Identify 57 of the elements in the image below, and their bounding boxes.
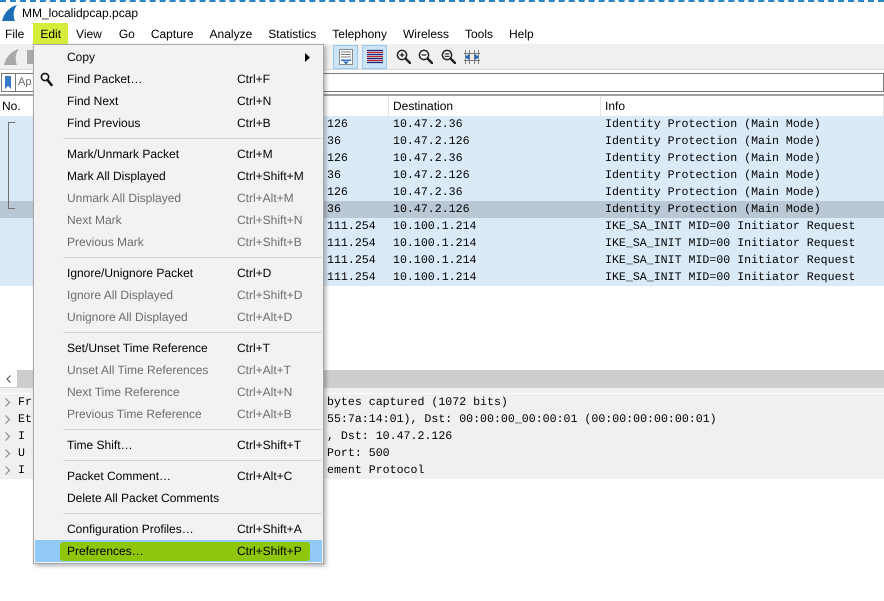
info-text: IKE_SA_INIT MID=00 Initiator Request (605, 254, 856, 267)
address-fragment: 36 (327, 134, 341, 148)
destination-address: 10.47.2.126 (393, 202, 470, 216)
detail-text: , Dst: 10.47.2.126 (327, 430, 452, 442)
detail-text: U (18, 448, 25, 460)
window-title: MM_localidpcap.pcap (22, 6, 138, 18)
destination-address: 10.47.2.36 (393, 152, 463, 165)
info-text: Identity Protection (Main Mode) (605, 118, 821, 131)
address-fragment: 36 (327, 168, 341, 182)
shortcut-text: Ctrl+M (237, 148, 273, 160)
shortcut-text: Ctrl+Shift+D (237, 289, 302, 301)
info-text: Identity Protection (Main Mode) (605, 186, 821, 199)
shortcut-text: Ctrl+Shift+M (237, 170, 304, 182)
shortcut-text: Ctrl+Alt+T (237, 364, 292, 376)
detail-text: 55:7a:14:01), Dst: 00:00:00_00:00:01 (00:00:00:00:00:01) (327, 414, 717, 426)
shortcut-text: Ctrl+Alt+B (237, 408, 292, 420)
info-text: Identity Protection (Main Mode) (605, 168, 821, 182)
detail-text: Et (18, 414, 32, 426)
destination-address: 10.47.2.126 (393, 134, 470, 148)
destination-address: 10.100.1.214 (393, 236, 476, 250)
detail-text: I (18, 464, 25, 476)
info-text: IKE_SA_INIT MID=00 Initiator Request (605, 270, 856, 284)
shortcut-text: Ctrl+Shift+B (237, 236, 302, 248)
detail-text: bytes captured (1072 bits) (327, 396, 508, 408)
info-text: IKE_SA_INIT MID=00 Initiator Request (605, 220, 856, 233)
shortcut-text: Ctrl+Alt+D (237, 311, 292, 323)
address-fragment: 111.254 (327, 254, 376, 267)
shortcut-text: Ctrl+B (237, 117, 271, 129)
info-text: Identity Protection (Main Mode) (605, 134, 821, 148)
shortcut-text: Ctrl+T (237, 342, 270, 354)
shortcut-text: Ctrl+Shift+P (237, 545, 302, 557)
destination-address: 10.100.1.214 (393, 220, 476, 233)
info-text: IKE_SA_INIT MID=00 Initiator Request (605, 236, 856, 250)
address-fragment: 126 (327, 152, 348, 165)
address-fragment: 111.254 (327, 220, 376, 233)
detail-text: ement Protocol (327, 464, 424, 476)
shortcut-text: Ctrl+D (237, 267, 272, 279)
address-fragment: 36 (327, 202, 341, 216)
shortcut-text: Ctrl+F (237, 73, 270, 85)
destination-address: 10.47.2.126 (393, 168, 470, 182)
shortcut-text: Ctrl+Alt+M (237, 192, 294, 204)
detail-text: Fr (18, 396, 32, 408)
address-fragment: 126 (327, 118, 348, 131)
address-fragment: 126 (327, 186, 348, 199)
destination-address: 10.100.1.214 (393, 270, 476, 284)
detail-text: Port: 500 (327, 448, 390, 460)
info-text: Identity Protection (Main Mode) (605, 152, 821, 165)
destination-address: 10.100.1.214 (393, 254, 476, 267)
shortcut-text: Ctrl+Shift+A (237, 523, 302, 535)
detail-text: I (18, 430, 25, 442)
info-text: Identity Protection (Main Mode) (605, 202, 821, 216)
destination-address: 10.47.2.36 (393, 186, 463, 199)
shortcut-text: Ctrl+N (237, 95, 272, 107)
address-fragment: 111.254 (327, 270, 376, 284)
address-fragment: 111.254 (327, 236, 376, 250)
destination-address: 10.47.2.36 (393, 118, 463, 131)
shortcut-text: Ctrl+Alt+C (237, 470, 292, 482)
